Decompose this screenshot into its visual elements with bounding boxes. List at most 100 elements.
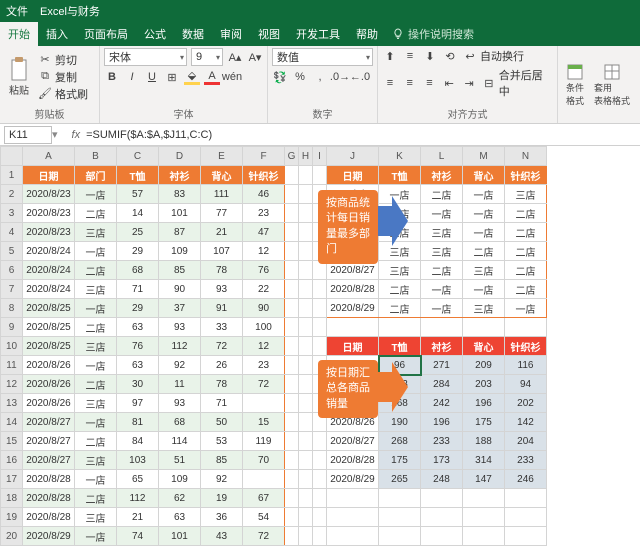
- cell-A3[interactable]: 2020/8/23: [23, 204, 75, 223]
- cell-C16[interactable]: 103: [117, 451, 159, 470]
- dec-decimal-icon[interactable]: ←.0: [352, 69, 368, 85]
- cell-F16[interactable]: 70: [243, 451, 285, 470]
- cell-F15[interactable]: 119: [243, 432, 285, 451]
- align-left-icon[interactable]: ≡: [382, 75, 398, 91]
- cell-L11[interactable]: 271: [421, 356, 463, 375]
- cell-N3[interactable]: 二店: [505, 204, 547, 223]
- cell-D10[interactable]: 112: [159, 337, 201, 356]
- tab-help[interactable]: 帮助: [348, 22, 386, 46]
- cell-G6[interactable]: [285, 261, 299, 280]
- row-header-2[interactable]: 2: [1, 185, 23, 204]
- cell-D18[interactable]: 62: [159, 489, 201, 508]
- cell-C20[interactable]: 74: [117, 527, 159, 546]
- cell-I20[interactable]: [313, 527, 327, 546]
- cell-F9[interactable]: 100: [243, 318, 285, 337]
- cell-C8[interactable]: 29: [117, 299, 159, 318]
- cell-M1[interactable]: 背心: [463, 166, 505, 185]
- col-header-H[interactable]: H: [299, 147, 313, 166]
- cell-D11[interactable]: 92: [159, 356, 201, 375]
- cell-E20[interactable]: 43: [201, 527, 243, 546]
- cell-K6[interactable]: 三店: [379, 261, 421, 280]
- cell-F11[interactable]: 23: [243, 356, 285, 375]
- cell-E14[interactable]: 50: [201, 413, 243, 432]
- cell-E8[interactable]: 91: [201, 299, 243, 318]
- cell-D16[interactable]: 51: [159, 451, 201, 470]
- tab-review[interactable]: 审阅: [212, 22, 250, 46]
- font-size-select[interactable]: 9: [191, 48, 223, 66]
- col-header-D[interactable]: D: [159, 147, 201, 166]
- cell-H14[interactable]: [299, 413, 313, 432]
- cell-B17[interactable]: 一店: [75, 470, 117, 489]
- cell-H11[interactable]: [299, 356, 313, 375]
- cell-F5[interactable]: 12: [243, 242, 285, 261]
- cell-M9[interactable]: [463, 318, 505, 337]
- cell-A11[interactable]: 2020/8/26: [23, 356, 75, 375]
- cell-E6[interactable]: 78: [201, 261, 243, 280]
- cell-A10[interactable]: 2020/8/25: [23, 337, 75, 356]
- row-header-8[interactable]: 8: [1, 299, 23, 318]
- cell-E9[interactable]: 33: [201, 318, 243, 337]
- underline-button[interactable]: U: [144, 69, 160, 85]
- cell-D5[interactable]: 109: [159, 242, 201, 261]
- format-painter-button[interactable]: 🖌格式刷: [37, 86, 88, 102]
- cell-H8[interactable]: [299, 299, 313, 318]
- cell-J18[interactable]: [327, 489, 379, 508]
- cell-E5[interactable]: 107: [201, 242, 243, 261]
- cell-L14[interactable]: 196: [421, 413, 463, 432]
- align-middle-icon[interactable]: ≡: [402, 48, 418, 64]
- cell-H15[interactable]: [299, 432, 313, 451]
- align-top-icon[interactable]: ⬆: [382, 48, 398, 64]
- indent-inc-icon[interactable]: ⇥: [461, 75, 477, 91]
- cell-K19[interactable]: [379, 508, 421, 527]
- cell-J7[interactable]: 2020/8/28: [327, 280, 379, 299]
- cell-A18[interactable]: 2020/8/28: [23, 489, 75, 508]
- cell-M17[interactable]: 147: [463, 470, 505, 489]
- row-header-15[interactable]: 15: [1, 432, 23, 451]
- border-button[interactable]: ⊞: [164, 69, 180, 85]
- cell-N15[interactable]: 204: [505, 432, 547, 451]
- cell-K16[interactable]: 175: [379, 451, 421, 470]
- cell-C18[interactable]: 112: [117, 489, 159, 508]
- tab-layout[interactable]: 页面布局: [76, 22, 136, 46]
- row-header-4[interactable]: 4: [1, 223, 23, 242]
- cell-F12[interactable]: 72: [243, 375, 285, 394]
- cell-D14[interactable]: 68: [159, 413, 201, 432]
- cell-L20[interactable]: [421, 527, 463, 546]
- cell-L8[interactable]: 一店: [421, 299, 463, 318]
- cell-E2[interactable]: 111: [201, 185, 243, 204]
- cell-J10[interactable]: 日期: [327, 337, 379, 356]
- cell-B15[interactable]: 二店: [75, 432, 117, 451]
- cell-L10[interactable]: 衬衫: [421, 337, 463, 356]
- cell-K9[interactable]: [379, 318, 421, 337]
- cell-J16[interactable]: 2020/8/28: [327, 451, 379, 470]
- cell-C15[interactable]: 84: [117, 432, 159, 451]
- phonetic-button[interactable]: wén: [224, 69, 240, 85]
- cell-E3[interactable]: 77: [201, 204, 243, 223]
- cell-D19[interactable]: 63: [159, 508, 201, 527]
- cell-D6[interactable]: 85: [159, 261, 201, 280]
- row-header-14[interactable]: 14: [1, 413, 23, 432]
- row-header-6[interactable]: 6: [1, 261, 23, 280]
- cell-B12[interactable]: 二店: [75, 375, 117, 394]
- cell-C10[interactable]: 76: [117, 337, 159, 356]
- cell-N10[interactable]: 针织衫: [505, 337, 547, 356]
- cell-H17[interactable]: [299, 470, 313, 489]
- currency-icon[interactable]: 💱: [272, 69, 288, 85]
- cell-M4[interactable]: 一店: [463, 223, 505, 242]
- col-header-A[interactable]: A: [23, 147, 75, 166]
- cell-A5[interactable]: 2020/8/24: [23, 242, 75, 261]
- title-file[interactable]: 文件: [6, 3, 28, 19]
- cell-I10[interactable]: [313, 337, 327, 356]
- cell-A9[interactable]: 2020/8/25: [23, 318, 75, 337]
- cell-A8[interactable]: 2020/8/25: [23, 299, 75, 318]
- cell-A1[interactable]: 日期: [23, 166, 75, 185]
- cell-E15[interactable]: 53: [201, 432, 243, 451]
- cell-C13[interactable]: 97: [117, 394, 159, 413]
- cell-L15[interactable]: 233: [421, 432, 463, 451]
- cell-C7[interactable]: 71: [117, 280, 159, 299]
- row-header-3[interactable]: 3: [1, 204, 23, 223]
- cell-N18[interactable]: [505, 489, 547, 508]
- cell-B6[interactable]: 二店: [75, 261, 117, 280]
- cell-E13[interactable]: 71: [201, 394, 243, 413]
- cell-B10[interactable]: 三店: [75, 337, 117, 356]
